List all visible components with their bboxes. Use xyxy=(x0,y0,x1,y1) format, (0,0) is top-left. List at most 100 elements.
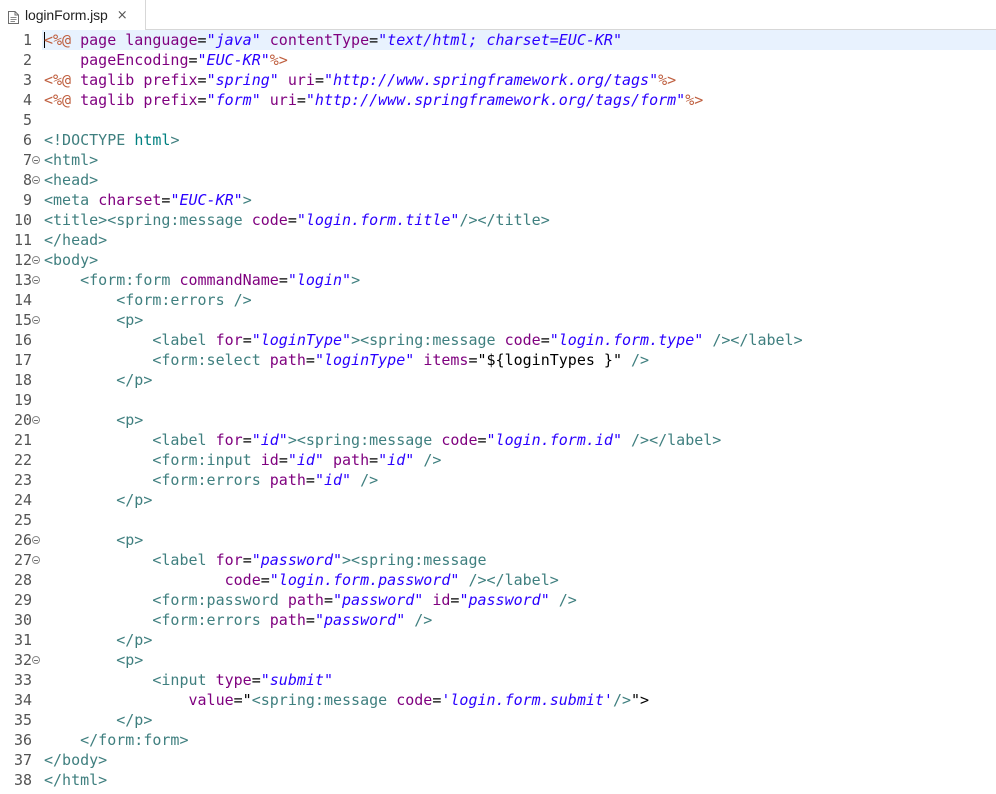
code-token: "login.form.id" xyxy=(486,431,622,449)
code-token: = xyxy=(296,91,306,109)
line-number: 30 xyxy=(13,611,32,629)
code-token: "EUC-KR" xyxy=(197,51,270,69)
code-token: = xyxy=(260,571,270,589)
code-line[interactable]: <form:errors path="id" /> xyxy=(44,470,378,490)
code-token: /></label> xyxy=(631,431,722,449)
code-line[interactable]: <head> xyxy=(44,170,98,190)
line-number: 22 xyxy=(13,451,32,469)
line-number: 36 xyxy=(13,731,32,749)
code-line[interactable]: </p> xyxy=(44,490,152,510)
code-token: = xyxy=(477,431,487,449)
code-line[interactable]: </p> xyxy=(44,630,152,650)
code-line[interactable]: </html> xyxy=(44,770,107,790)
code-line[interactable]: <%@ taglib prefix="form" uri="http://www… xyxy=(44,90,703,110)
code-line[interactable]: <p> xyxy=(44,310,143,330)
close-icon[interactable]: × xyxy=(117,8,128,23)
code-token: = xyxy=(197,71,207,89)
fold-toggle-icon[interactable] xyxy=(32,156,40,164)
code-token: %> xyxy=(658,71,677,89)
tab-loginform-jsp[interactable]: loginForm.jsp × xyxy=(0,0,146,30)
code-token: "spring" xyxy=(206,71,279,89)
code-line[interactable]: </form:form> xyxy=(44,730,188,750)
code-token: "http://www.springframework.org/tags" xyxy=(323,71,659,89)
code-line[interactable]: <form:errors /> xyxy=(44,290,251,310)
line-number: 20 xyxy=(13,411,32,429)
code-line[interactable]: </body> xyxy=(44,750,107,770)
code-line[interactable]: <form:errors path="password" /> xyxy=(44,610,432,630)
code-token: <label xyxy=(152,431,216,449)
code-token: <p> xyxy=(116,411,144,429)
line-number: 4 xyxy=(22,91,32,109)
code-line[interactable]: <label for="loginType"><spring:message c… xyxy=(44,330,802,350)
code-line[interactable]: pageEncoding="EUC-KR"%> xyxy=(44,50,288,70)
fold-toggle-icon[interactable] xyxy=(32,536,40,544)
code-line[interactable]: <p> xyxy=(44,530,143,550)
line-number: 24 xyxy=(13,491,32,509)
code-line[interactable]: <form:form commandName="login"> xyxy=(44,270,360,290)
jsp-file-icon xyxy=(8,9,19,24)
fold-toggle-icon[interactable] xyxy=(32,656,40,664)
code-line[interactable]: <p> xyxy=(44,410,143,430)
code-token: ><spring:message xyxy=(287,431,442,449)
code-line[interactable]: code="login.form.password" /></label> xyxy=(44,570,559,590)
code-token: contentType xyxy=(269,31,370,49)
code-line[interactable]: <input type="submit" xyxy=(44,670,333,690)
code-token: </p> xyxy=(116,711,153,729)
line-number: 23 xyxy=(13,471,32,489)
code-token: path xyxy=(269,471,306,489)
code-line[interactable]: value="<spring:message code='login.form.… xyxy=(44,690,650,710)
line-number: 16 xyxy=(13,331,32,349)
fold-toggle-icon[interactable] xyxy=(32,556,40,564)
code-line[interactable]: <%@ page language="java" contentType="te… xyxy=(44,30,622,50)
code-line[interactable]: <p> xyxy=(44,650,143,670)
code-token: language xyxy=(125,31,198,49)
fold-toggle-icon[interactable] xyxy=(32,316,40,324)
code-token: <label xyxy=(152,551,216,569)
code-line[interactable]: <label for="id"><spring:message code="lo… xyxy=(44,430,721,450)
code-line[interactable]: <meta charset="EUC-KR"> xyxy=(44,190,252,210)
code-token: path xyxy=(287,591,324,609)
line-number: 37 xyxy=(13,751,32,769)
code-line[interactable]: <label for="password"><spring:message xyxy=(44,550,487,570)
code-line[interactable]: <form:password path="password" id="passw… xyxy=(44,590,577,610)
code-line[interactable]: <form:input id="id" path="id" /> xyxy=(44,450,441,470)
code-line[interactable]: <body> xyxy=(44,250,98,270)
fold-toggle-icon[interactable] xyxy=(32,416,40,424)
code-token: ><spring:message xyxy=(342,551,487,569)
code-line[interactable]: <title><spring:message code="login.form.… xyxy=(44,210,550,230)
code-token: /> xyxy=(360,471,379,489)
code-line[interactable]: </head> xyxy=(44,230,107,250)
code-line[interactable]: <html> xyxy=(44,150,98,170)
code-token: <body> xyxy=(44,251,99,269)
code-token: <head> xyxy=(44,171,99,189)
code-line[interactable]: </p> xyxy=(44,370,152,390)
code-token: code xyxy=(396,691,433,709)
code-line[interactable]: <%@ taglib prefix="spring" uri="http://w… xyxy=(44,70,676,90)
code-token: <form:errors xyxy=(152,471,270,489)
code-line[interactable]: <form:select path="loginType" items="${l… xyxy=(44,350,649,370)
fold-toggle-icon[interactable] xyxy=(32,256,40,264)
code-token: taglib xyxy=(80,91,144,109)
line-number: 28 xyxy=(13,571,32,589)
code-line[interactable]: </p> xyxy=(44,710,152,730)
code-editor[interactable]: 1 2 3 4 5 6 7 8 9 10 11 12 13 14 15 16 17 18 19 20 21 22 23 24 2… xyxy=(0,30,996,794)
code-token: /> xyxy=(558,591,577,609)
fold-toggle-icon[interactable] xyxy=(32,276,40,284)
code-line[interactable]: <!DOCTYPE html> xyxy=(44,130,179,150)
fold-toggle-icon[interactable] xyxy=(32,176,40,184)
code-token: %> xyxy=(685,91,704,109)
code-token: </html> xyxy=(44,771,108,789)
